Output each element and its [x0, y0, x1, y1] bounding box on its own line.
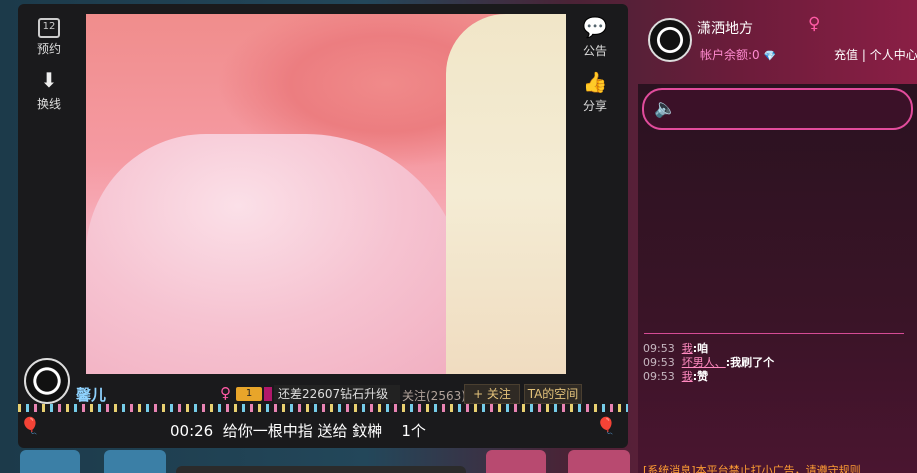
calendar-icon: 12 [38, 18, 60, 38]
profile-links: 充值 | 个人中心 [834, 46, 917, 63]
user-name: 潇洒地方 [697, 21, 753, 37]
recharge-link[interactable]: 充值 [834, 48, 858, 62]
notice-label: 公告 [582, 44, 607, 58]
follow-button[interactable]: + 关注 [464, 384, 520, 404]
broadcast-box[interactable]: 🔈 [642, 88, 913, 130]
chat-divider [644, 333, 904, 334]
share-label: 分享 [582, 99, 607, 113]
balance-text: 帐户余额:0 [700, 48, 760, 62]
message-user[interactable]: 我 [682, 370, 693, 383]
left-toolbar: 12 预约 ⬇ 换线 [24, 14, 74, 122]
female-icon: ♀ [220, 384, 231, 402]
link-divider: | [861, 48, 866, 62]
diamond-icon: 💎 [763, 51, 776, 62]
reserve-label: 预约 [36, 42, 61, 56]
anchor-info-bar: 馨儿 ♀ 1 还差22607钻石升级 关注(2563) + 关注 TA的空间 [24, 358, 614, 408]
female-icon: ♀ [808, 14, 821, 34]
upgrade-text: 还差22607钻石升级 [274, 385, 400, 403]
bottom-tab-4[interactable] [568, 450, 630, 473]
notice-button[interactable]: 💬 公告 [570, 14, 620, 59]
speech-bubble-icon: 💬 [582, 15, 608, 39]
gift-ticker: 00:26 给你一根中指 送给 鈫榊 1个 [170, 422, 426, 440]
thumbs-up-icon: 👍 [582, 70, 608, 94]
chat-messages: 09:53 我:咱 09:53 坏男人、:我刷了个 09:53 我:赞 [643, 342, 913, 384]
bottom-tab-1[interactable] [20, 450, 80, 473]
message-content: 咱 [697, 342, 709, 355]
user-profile: 潇洒地方 ♀ 帐户余额:0 💎 充值 | 个人中心 [640, 4, 917, 80]
follow-count: 关注(2563) [402, 389, 466, 403]
user-avatar[interactable] [648, 18, 692, 62]
video-stream[interactable] [86, 14, 566, 374]
message-user[interactable]: 坏男人、 [682, 356, 726, 369]
message-user[interactable]: 我 [682, 342, 693, 355]
chat-message: 09:53 我:赞 [643, 370, 913, 384]
reserve-button[interactable]: 12 预约 [24, 14, 74, 57]
chat-message: 09:53 坏男人、:我刷了个 [643, 356, 913, 370]
balloon-icon: 🎈 [20, 416, 40, 435]
message-content: 我刷了个 [730, 356, 775, 369]
right-toolbar: 💬 公告 👍 分享 [570, 14, 620, 124]
message-time: 09:53 [643, 370, 675, 383]
arrow-down-icon: ⬇ [40, 68, 58, 92]
account-balance: 帐户余额:0 💎 [700, 46, 776, 63]
bottom-tab-3[interactable] [486, 450, 546, 473]
chat-message: 09:53 我:咱 [643, 342, 913, 356]
share-button[interactable]: 👍 分享 [570, 69, 620, 114]
anchor-avatar[interactable] [24, 358, 70, 404]
system-message: [系统消息]本平台禁止打小广告，请遵守规则 [643, 464, 861, 473]
message-content: 赞 [697, 370, 709, 383]
video-content-shape [86, 134, 466, 374]
chat-panel: 🔈 09:53 我:咱 09:53 坏男人、:我刷了个 09:53 我:赞 [系统消息… [638, 84, 917, 473]
bottom-input-bar[interactable] [176, 466, 466, 473]
level-badge: 1 [236, 387, 262, 401]
string-lights-decoration [18, 404, 628, 412]
switch-line-label: 换线 [36, 97, 61, 111]
bottom-tab-2[interactable] [104, 450, 166, 473]
anchor-name[interactable]: 馨儿 [76, 384, 106, 405]
speaker-icon: 🔈 [654, 98, 677, 119]
message-time: 09:53 [643, 356, 675, 369]
personal-center-link[interactable]: 个人中心 [870, 48, 917, 62]
anchor-space-button[interactable]: TA的空间 [524, 384, 582, 404]
message-time: 09:53 [643, 342, 675, 355]
switch-line-button[interactable]: ⬇ 换线 [24, 67, 74, 112]
level-progress-bar [264, 387, 272, 401]
balloon-icon: 🎈 [596, 416, 616, 435]
video-content-shape-2 [446, 14, 566, 374]
